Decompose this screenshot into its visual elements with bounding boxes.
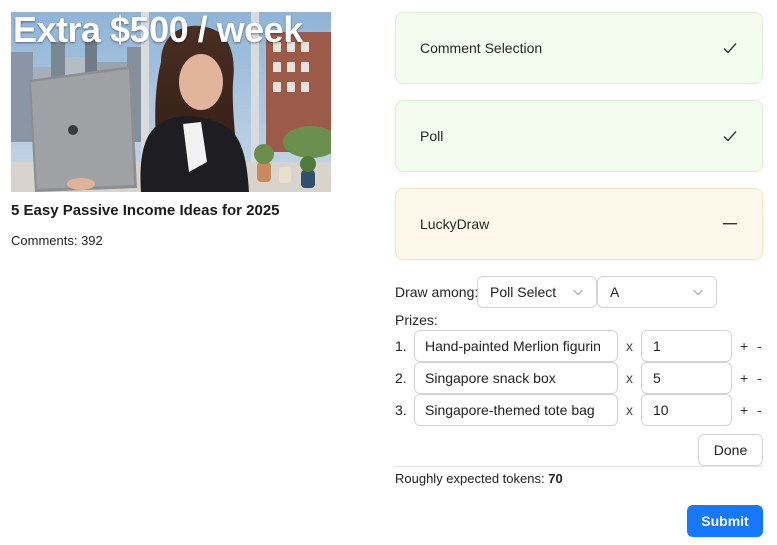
remove-prize-button[interactable]: - xyxy=(757,338,762,354)
video-title: 5 Easy Passive Income Ideas for 2025 xyxy=(11,202,280,219)
times-symbol: x xyxy=(626,402,633,418)
thumbnail-caption: Extra $500 / week xyxy=(13,12,303,50)
step-poll[interactable]: Poll xyxy=(395,100,763,172)
prize-quantity-input[interactable]: 10 xyxy=(641,394,732,426)
step-label: Poll xyxy=(420,128,444,144)
times-symbol: x xyxy=(626,370,633,386)
done-button[interactable]: Done xyxy=(698,434,763,466)
prize-name-input[interactable]: Hand-painted Merlion figurin xyxy=(414,330,618,362)
minus-icon[interactable] xyxy=(722,216,738,232)
add-prize-button[interactable]: + xyxy=(740,338,748,354)
draw-among-label: Draw among: xyxy=(395,284,479,300)
step-luckydraw[interactable]: LuckyDraw xyxy=(395,188,763,260)
add-prize-button[interactable]: + xyxy=(740,370,748,386)
expected-tokens: Roughly expected tokens: 70 xyxy=(395,471,563,486)
check-icon xyxy=(722,40,738,56)
prize-name-input[interactable]: Singapore-themed tote bag xyxy=(414,394,618,426)
prize-number: 1. xyxy=(395,338,407,354)
prize-row: 2. Singapore snack box x 5 + - xyxy=(395,362,765,394)
prize-quantity-input[interactable]: 5 xyxy=(641,362,732,394)
submit-button[interactable]: Submit xyxy=(687,505,763,537)
prize-name-input[interactable]: Singapore snack box xyxy=(414,362,618,394)
prize-row: 3. Singapore-themed tote bag x 10 + - xyxy=(395,394,765,426)
remove-prize-button[interactable]: - xyxy=(757,402,762,418)
times-symbol: x xyxy=(626,338,633,354)
prize-number: 3. xyxy=(395,402,407,418)
draw-option-value: A xyxy=(610,284,620,300)
step-label: LuckyDraw xyxy=(420,216,490,232)
step-comment-selection[interactable]: Comment Selection xyxy=(395,12,763,84)
divider xyxy=(395,466,763,467)
prize-row: 1. Hand-painted Merlion figurin x 1 + - xyxy=(395,330,765,362)
step-label: Comment Selection xyxy=(420,40,543,56)
video-thumbnail[interactable]: Extra $500 / week xyxy=(11,12,331,192)
draw-option-select[interactable]: A xyxy=(597,276,717,308)
draw-source-value: Poll Select xyxy=(490,284,557,300)
add-prize-button[interactable]: + xyxy=(740,402,748,418)
prizes-label: Prizes: xyxy=(395,312,438,328)
draw-source-select[interactable]: Poll Select xyxy=(477,276,597,308)
remove-prize-button[interactable]: - xyxy=(757,370,762,386)
prize-quantity-input[interactable]: 1 xyxy=(641,330,732,362)
prize-number: 2. xyxy=(395,370,407,386)
comments-count: Comments: 392 xyxy=(11,233,103,248)
chevron-down-icon xyxy=(693,289,703,296)
expected-tokens-value: 70 xyxy=(548,471,563,486)
expected-tokens-label: Roughly expected tokens: xyxy=(395,471,549,486)
check-icon xyxy=(722,128,738,144)
chevron-down-icon xyxy=(573,289,583,296)
